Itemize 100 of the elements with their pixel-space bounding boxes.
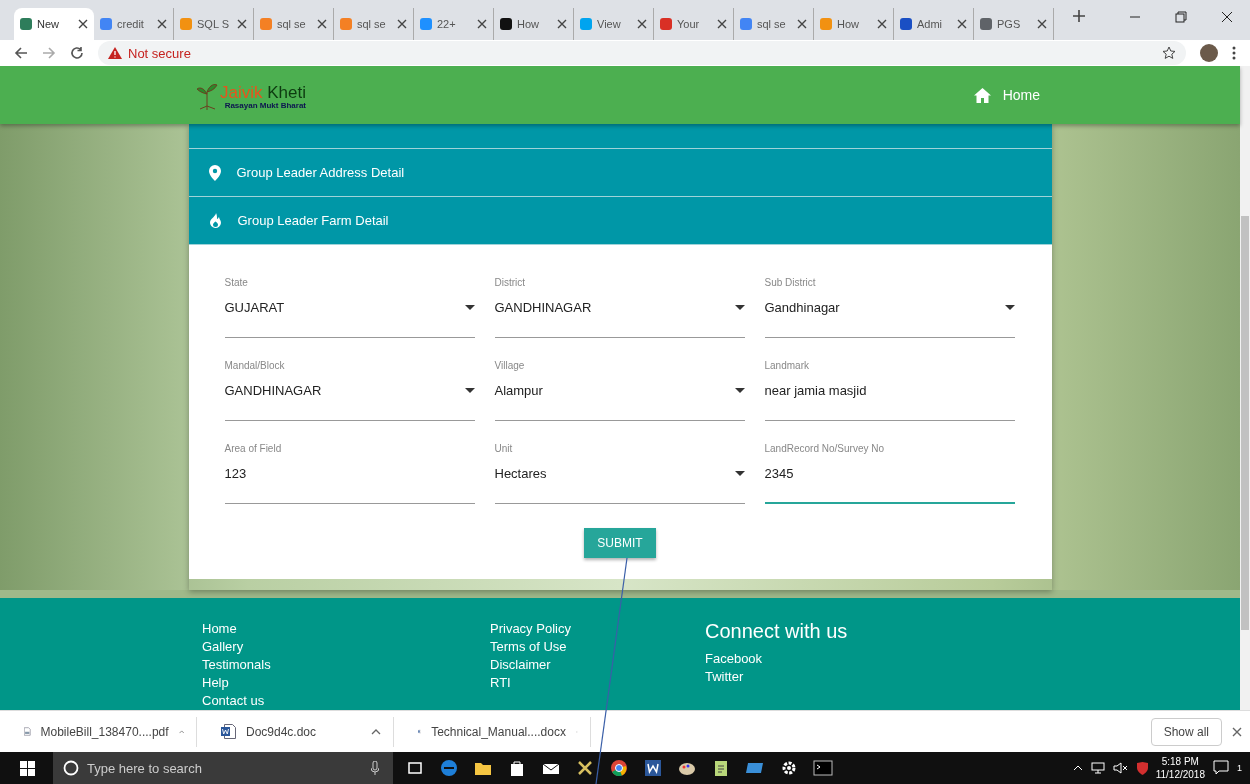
social-link[interactable]: Facebook bbox=[705, 650, 848, 668]
input-field[interactable]: Landmark near jamia masjid bbox=[764, 358, 1015, 421]
field-label: LandRecord No/Survey No bbox=[764, 443, 885, 454]
word-icon[interactable] bbox=[643, 758, 663, 778]
field-value: GUJARAT bbox=[224, 300, 285, 315]
logo-text: Jaivik bbox=[220, 84, 263, 101]
close-icon[interactable] bbox=[557, 19, 567, 29]
muted-speaker-icon[interactable] bbox=[1112, 762, 1129, 774]
field-label: Unit bbox=[494, 443, 514, 454]
close-icon[interactable] bbox=[717, 19, 727, 29]
close-icon[interactable] bbox=[637, 19, 647, 29]
warning-icon bbox=[108, 47, 122, 59]
field-value: near jamia masjid bbox=[764, 383, 867, 398]
close-icon[interactable] bbox=[317, 19, 327, 29]
field-label: Mandal/Block bbox=[224, 360, 286, 371]
clock-date: 11/12/2018 bbox=[1155, 768, 1205, 781]
microphone-icon[interactable] bbox=[371, 761, 379, 775]
close-icon[interactable] bbox=[1232, 726, 1242, 737]
close-icon[interactable] bbox=[797, 19, 807, 29]
footer-link[interactable]: Contact us bbox=[202, 692, 490, 710]
flame-icon bbox=[208, 212, 222, 229]
footer-link[interactable]: Gallery bbox=[202, 638, 490, 656]
accordion-title: Group Leader Address Detail bbox=[236, 165, 405, 180]
field-label: Sub District bbox=[764, 277, 817, 288]
field-value: Alampur bbox=[494, 383, 543, 398]
home-icon[interactable] bbox=[973, 87, 991, 103]
footer-heading: Connect with us bbox=[705, 620, 848, 642]
footer-link[interactable]: Help bbox=[202, 674, 490, 692]
menu-icon[interactable] bbox=[1232, 46, 1236, 60]
edge-browser-icon[interactable] bbox=[439, 758, 459, 778]
dropdown-caret-icon bbox=[734, 305, 745, 310]
search-icon bbox=[63, 760, 79, 776]
dropdown-field[interactable]: State GUJARAT bbox=[224, 275, 475, 338]
notification-icon[interactable] bbox=[1213, 760, 1229, 776]
dropdown-field[interactable]: Unit Hectares bbox=[494, 441, 745, 504]
dropdown-field[interactable]: District GANDHINAGAR bbox=[494, 275, 745, 338]
close-icon[interactable] bbox=[397, 19, 407, 29]
field-value: 123 bbox=[224, 466, 247, 481]
security-label: Not secure bbox=[128, 45, 191, 61]
windows-start-icon[interactable] bbox=[20, 760, 35, 776]
close-icon[interactable] bbox=[957, 19, 967, 29]
field-value: GANDHINAGAR bbox=[224, 383, 322, 398]
footer-link[interactable]: Disclaimer bbox=[490, 656, 705, 674]
show-all-button[interactable]: Show all bbox=[1150, 717, 1222, 746]
download-item[interactable]: Doc9d4c.doc bbox=[197, 716, 394, 747]
close-icon[interactable] bbox=[157, 19, 167, 29]
close-icon[interactable] bbox=[477, 19, 487, 29]
footer-link[interactable]: Terms of Use bbox=[490, 638, 705, 656]
dropdown-caret-icon bbox=[1004, 305, 1015, 310]
download-item[interactable]: MobileBill_138470....pdf bbox=[0, 716, 197, 747]
field-value: 2345 bbox=[764, 466, 794, 481]
field-label: Village bbox=[494, 360, 526, 371]
accordion-header[interactable] bbox=[188, 124, 1052, 149]
accordion-title: Group Leader Farm Detail bbox=[237, 213, 389, 228]
pdf-file-icon bbox=[24, 724, 31, 739]
accordion-header[interactable]: Group Leader Address Detail bbox=[188, 149, 1052, 197]
dropdown-caret-icon bbox=[464, 388, 475, 393]
search-placeholder: Type here to search bbox=[87, 760, 202, 776]
notification-count: 1 bbox=[1237, 763, 1242, 773]
location-pin-icon bbox=[208, 164, 221, 181]
field-label: State bbox=[224, 277, 249, 288]
star-icon[interactable] bbox=[1162, 46, 1176, 60]
dropdown-field[interactable]: Mandal/Block GANDHINAGAR bbox=[224, 358, 475, 421]
footer-link[interactable]: RTI bbox=[490, 674, 705, 692]
browser-tab[interactable]: New bbox=[14, 8, 94, 40]
scrollbar[interactable] bbox=[1240, 66, 1250, 710]
logo-tagline: Rasayan Mukt Bharat bbox=[224, 101, 306, 110]
network-icon[interactable] bbox=[1090, 762, 1105, 774]
dropdown-caret-icon bbox=[734, 388, 745, 393]
field-label: District bbox=[494, 277, 527, 288]
clock-time: 5:18 PM bbox=[1161, 755, 1199, 768]
field-value: Gandhinagar bbox=[764, 300, 840, 315]
dropdown-caret-icon bbox=[464, 305, 475, 310]
accordion-header[interactable]: Group Leader Farm Detail bbox=[188, 197, 1052, 245]
back-arrow-icon[interactable] bbox=[14, 46, 28, 60]
field-label: Landmark bbox=[764, 360, 810, 371]
profile-avatar[interactable] bbox=[1200, 44, 1218, 62]
terminal-icon[interactable] bbox=[813, 758, 833, 778]
dropdown-field[interactable]: Sub District Gandhinagar bbox=[764, 275, 1015, 338]
close-icon[interactable] bbox=[78, 19, 88, 29]
close-icon[interactable] bbox=[1037, 19, 1047, 29]
social-link[interactable]: Twitter bbox=[705, 668, 848, 686]
field-label: Area of Field bbox=[224, 443, 283, 454]
footer-link[interactable]: Testimonals bbox=[202, 656, 490, 674]
footer-link[interactable]: Home bbox=[202, 620, 490, 638]
chrome-icon[interactable] bbox=[609, 758, 629, 778]
dropdown-field[interactable]: Village Alampur bbox=[494, 358, 745, 421]
close-icon[interactable] bbox=[877, 19, 887, 29]
shield-icon[interactable] bbox=[1136, 761, 1148, 775]
field-value: Hectares bbox=[494, 466, 547, 481]
address-bar[interactable]: Not secure bbox=[98, 41, 1186, 65]
close-icon[interactable] bbox=[237, 19, 247, 29]
input-field[interactable]: LandRecord No/Survey No 2345 bbox=[764, 441, 1015, 504]
footer-link[interactable]: Privacy Policy bbox=[490, 620, 705, 638]
reload-icon[interactable] bbox=[70, 46, 84, 60]
field-value: GANDHINAGAR bbox=[494, 300, 592, 315]
logo-text: Kheti bbox=[267, 84, 306, 101]
input-field[interactable]: Area of Field 123 bbox=[224, 441, 475, 504]
download-item[interactable]: Technical_Manual....docx bbox=[394, 716, 591, 747]
taskbar-search-field[interactable]: Type here to search bbox=[53, 752, 393, 784]
